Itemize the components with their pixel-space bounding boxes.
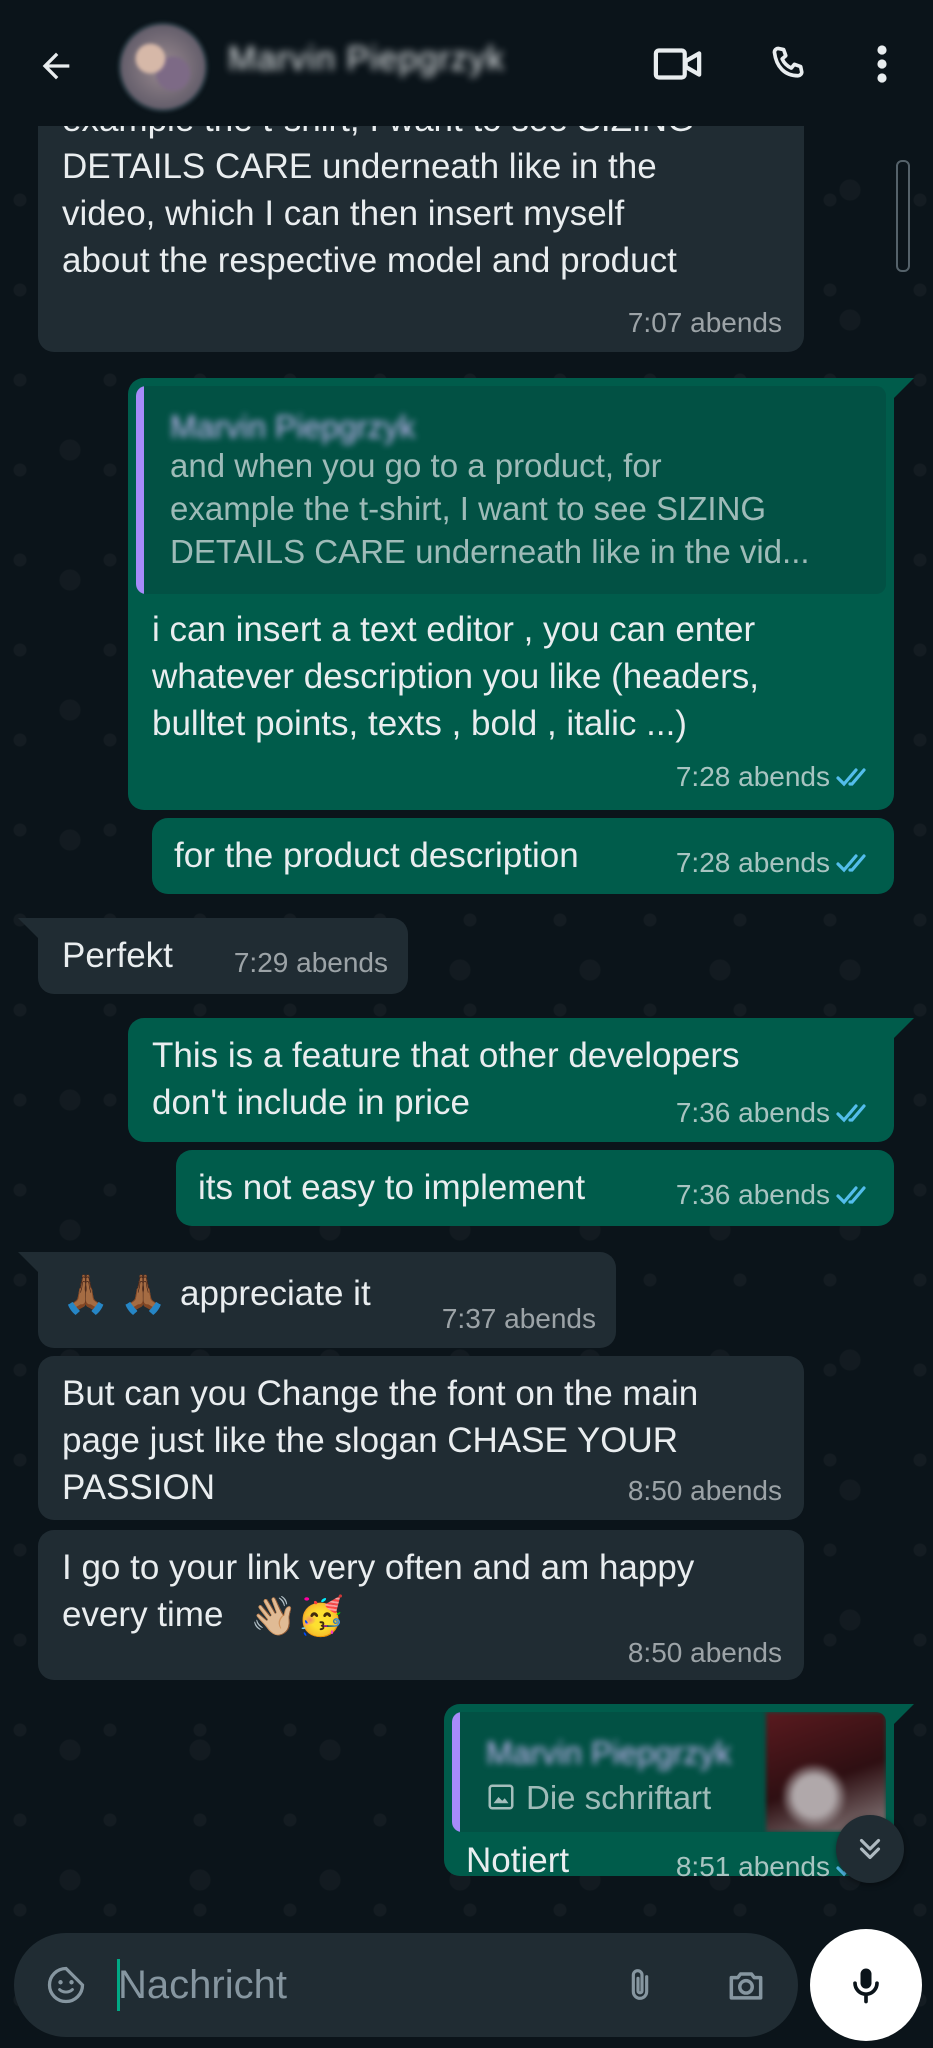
message-bubble-outgoing[interactable]: This is a feature that other developers … [128, 1018, 914, 1142]
back-arrow-icon[interactable] [28, 38, 84, 94]
message-text: i can insert a text editor , you can ent… [152, 610, 759, 743]
message-bubble-outgoing[interactable]: for the product description 7:28 abends [152, 818, 894, 894]
image-icon [488, 1784, 514, 1810]
more-options-icon[interactable] [860, 36, 904, 92]
read-receipt-icon [836, 767, 866, 786]
bubble-tail [18, 918, 40, 940]
bubble-tail [892, 1704, 914, 1726]
message-time-label: 7:28 abends [675, 761, 830, 792]
message-text: for the product description [174, 836, 579, 875]
quoted-message[interactable]: Marvin Piepgrzyk and when you go to a pr… [136, 386, 886, 594]
message-time-label: 8:51 abends [675, 1851, 830, 1882]
wave-party-emoji: 👋🏼🥳 [250, 1596, 345, 1638]
voice-message-button[interactable] [810, 1929, 922, 2041]
message-text: Notiert [466, 1841, 570, 1880]
message-text: its not easy to implement [198, 1168, 586, 1207]
message-bubble-outgoing[interactable]: its not easy to implement 7:36 abends [176, 1150, 894, 1226]
message-time: 7:07 abends [627, 307, 782, 338]
quoted-image-thumbnail [766, 1712, 886, 1832]
chat-header: Marvin Piepgrzyk [0, 0, 933, 126]
message-composer[interactable]: Nachricht [14, 1933, 798, 2037]
message-time-label: 7:36 abends [675, 1179, 830, 1210]
microphone-icon [853, 1968, 879, 2004]
message-text: But can you Change the font on the main … [62, 1374, 699, 1507]
camera-icon[interactable] [720, 1959, 772, 2011]
attach-paperclip-icon[interactable] [614, 1959, 666, 2011]
bubble-tail [18, 1252, 40, 1274]
message-bubble-outgoing[interactable]: Marvin Piepgrzyk and when you go to a pr… [128, 378, 914, 810]
message-bubble-incoming[interactable]: example the t-shirt, I want to see SIZIN… [38, 100, 804, 352]
prayer-hands-emoji: 🙏🏾 🙏🏾 [62, 1274, 168, 1316]
scroll-to-bottom-button[interactable] [836, 1815, 904, 1883]
contact-avatar[interactable] [118, 22, 208, 112]
message-time: 7:37 abends [441, 1303, 596, 1334]
message-time: 7:28 abends [676, 753, 872, 800]
quoted-text: Die schriftart [526, 1779, 712, 1816]
message-text: This is a feature that other developers … [152, 1036, 740, 1122]
message-bubble-incoming[interactable]: I go to your link very often and am happ… [38, 1530, 804, 1680]
bubble-tail [892, 378, 914, 400]
message-text: I go to your link very often and am happ… [62, 1548, 695, 1634]
sticker-icon[interactable] [40, 1959, 92, 2011]
scrollbar[interactable] [896, 160, 910, 272]
message-text: appreciate it [180, 1274, 371, 1313]
voice-call-icon[interactable] [758, 36, 818, 92]
message-time: 8:50 abends [627, 1637, 782, 1668]
quoted-author: Marvin Piepgrzyk [486, 1735, 732, 1771]
message-bubble-incoming[interactable]: 🙏🏾 🙏🏾 appreciate it 7:37 abends [18, 1252, 616, 1348]
message-time-label: 7:36 abends [675, 1097, 830, 1128]
read-receipt-icon [836, 853, 866, 872]
message-bubble-outgoing[interactable]: Marvin Piepgrzyk Die schriftart Notiert … [444, 1704, 914, 1882]
video-call-icon[interactable] [648, 36, 708, 92]
quoted-message[interactable]: Marvin Piepgrzyk Die schriftart [452, 1712, 886, 1832]
message-time: 8:50 abends [627, 1475, 782, 1506]
message-time: 7:28 abends [676, 839, 872, 886]
message-bubble-incoming[interactable]: But can you Change the font on the main … [38, 1356, 804, 1520]
message-text: Perfekt [62, 936, 173, 975]
message-time: 7:29 abends [233, 947, 388, 978]
quoted-text: and when you go to a product, for exampl… [170, 447, 810, 570]
contact-name[interactable]: Marvin Piepgrzyk [228, 40, 548, 84]
message-input[interactable]: Nachricht [118, 1963, 287, 2008]
message-time: 7:36 abends [676, 1089, 872, 1136]
message-time: 7:36 abends [676, 1171, 872, 1218]
read-receipt-icon [836, 1185, 866, 1204]
double-chevron-down-icon [859, 1838, 881, 1860]
read-receipt-icon [836, 1103, 866, 1122]
bubble-tail [892, 1018, 914, 1040]
message-bubble-incoming[interactable]: Perfekt 7:29 abends [18, 918, 408, 994]
message-time-label: 7:28 abends [675, 847, 830, 878]
